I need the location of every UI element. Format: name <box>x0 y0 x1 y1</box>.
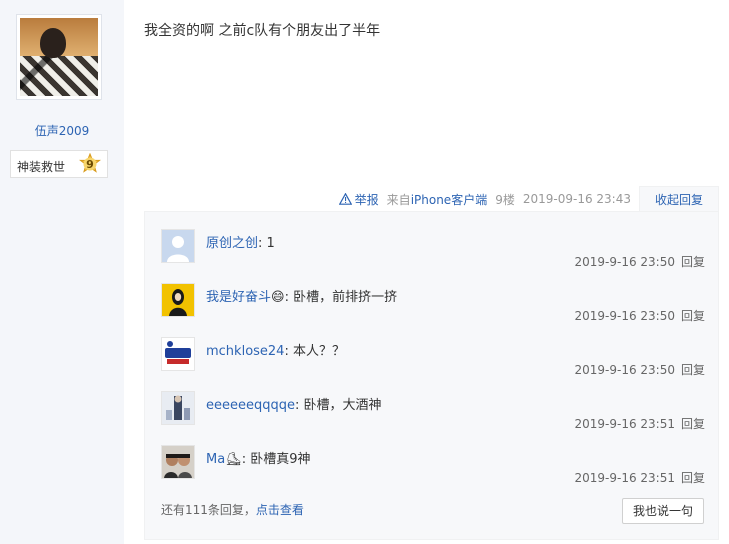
reply-username[interactable]: 我是好奋斗 <box>206 290 271 305</box>
list-item: 原创之创: 1 2019-9-16 23:50 回复 <box>161 229 705 283</box>
reply-time: 2019-9-16 23:50 <box>574 363 675 377</box>
report-link[interactable]: 举报 <box>338 191 379 208</box>
reply-time: 2019-9-16 23:50 <box>574 309 675 323</box>
reply-button[interactable]: 回复 <box>681 471 705 485</box>
reply-separator: : <box>284 290 294 305</box>
list-item: Ma⛸: 卧槽真9神 2019-9-16 23:51 回复 <box>161 445 705 499</box>
reply-username[interactable]: 原创之创 <box>206 236 258 251</box>
badge-name: 神装救世 <box>17 160 66 174</box>
client-link[interactable]: iPhone客户端 <box>411 193 488 207</box>
reply-meta: 2019-9-16 23:50 回复 <box>574 307 705 324</box>
author-avatar[interactable] <box>16 14 102 100</box>
reply-time: 2019-9-16 23:50 <box>574 255 675 269</box>
reply-separator: : <box>295 398 304 413</box>
reply-avatar[interactable] <box>161 445 195 479</box>
post-time: 2019-09-16 23:43 <box>522 192 631 206</box>
post-tail: 举报 来自iPhone客户端 9楼 2019-09-16 23:43 收起回复 <box>338 185 729 213</box>
author-username[interactable]: 伍声2009 <box>0 122 124 139</box>
collapse-replies-button[interactable]: 收起回复 <box>638 185 719 213</box>
reply-button[interactable]: 回复 <box>681 363 705 377</box>
reply-separator: : <box>284 344 293 359</box>
reply-content: 卧槽，前排挤一挤 <box>293 290 398 305</box>
reply-text: 我是好奋斗😄: 卧槽，前排挤一挤 <box>206 286 397 305</box>
reply-content: 1 <box>266 236 275 251</box>
reply-text: 原创之创: 1 <box>206 232 275 251</box>
view-more-link[interactable]: 点击查看 <box>256 503 304 517</box>
list-item: 我是好奋斗😄: 卧槽，前排挤一挤 2019-9-16 23:50 回复 <box>161 283 705 337</box>
reply-username[interactable]: eeeeeeqqqqe <box>206 398 295 413</box>
reply-list: 原创之创: 1 2019-9-16 23:50 回复 我是好奋斗😄: 卧槽，前排挤… <box>144 211 719 540</box>
reply-meta: 2019-9-16 23:51 回复 <box>574 469 705 486</box>
client-source: 来自iPhone客户端 <box>387 191 488 208</box>
post-content: 我全资的啊 之前c队有个朋友出了半年 <box>144 23 381 39</box>
reply-button[interactable]: 回复 <box>681 255 705 269</box>
reply-separator: : <box>258 236 267 251</box>
reply-button[interactable]: 回复 <box>681 309 705 323</box>
reply-button[interactable]: 回复 <box>681 417 705 431</box>
reply-emoji: 😄 <box>271 290 285 305</box>
more-replies: 还有111条回复，点击查看 <box>161 501 304 518</box>
reply-time: 2019-9-16 23:51 <box>574 417 675 431</box>
more-replies-count: 还有111条回复， <box>161 503 256 517</box>
list-item: mchklose24: 本人？？ 2019-9-16 23:50 回复 <box>161 337 705 391</box>
reply-avatar[interactable] <box>161 391 195 425</box>
reply-separator: : <box>241 452 251 467</box>
warning-icon <box>338 193 352 205</box>
reply-avatar[interactable] <box>161 229 195 263</box>
author-avatar-image <box>20 18 98 96</box>
reply-text: eeeeeeqqqqe: 卧槽，大酒神 <box>206 394 382 413</box>
reply-time: 2019-9-16 23:51 <box>574 471 675 485</box>
reply-username[interactable]: Ma <box>206 452 225 467</box>
client-prefix: 来自 <box>386 192 411 207</box>
reply-meta: 2019-9-16 23:51 回复 <box>574 415 705 432</box>
reply-emoji: ⛸ <box>225 452 242 467</box>
badge-level-icon: 9 <box>79 153 101 175</box>
reply-avatar[interactable] <box>161 283 195 317</box>
reply-content: 本人？？ <box>292 344 345 359</box>
reply-meta: 2019-9-16 23:50 回复 <box>574 361 705 378</box>
badge-level-number: 9 <box>86 157 94 171</box>
floor-number: 9楼 <box>495 192 515 207</box>
reply-content: 卧槽真9神 <box>250 452 311 467</box>
reply-text: Ma⛸: 卧槽真9神 <box>206 448 311 467</box>
add-reply-button[interactable]: 我也说一句 <box>621 498 704 524</box>
reply-username[interactable]: mchklose24 <box>206 344 284 359</box>
reply-avatar[interactable] <box>161 337 195 371</box>
reply-text: mchklose24: 本人？？ <box>206 340 345 359</box>
author-badge[interactable]: 神装救世 9 <box>10 150 108 178</box>
list-item: eeeeeeqqqqe: 卧槽，大酒神 2019-9-16 23:51 回复 <box>161 391 705 445</box>
reply-content: 卧槽，大酒神 <box>303 398 382 413</box>
reply-meta: 2019-9-16 23:50 回复 <box>574 253 705 270</box>
report-label: 举报 <box>354 192 379 207</box>
author-sidebar: 伍声2009 神装救世 9 <box>0 0 124 544</box>
